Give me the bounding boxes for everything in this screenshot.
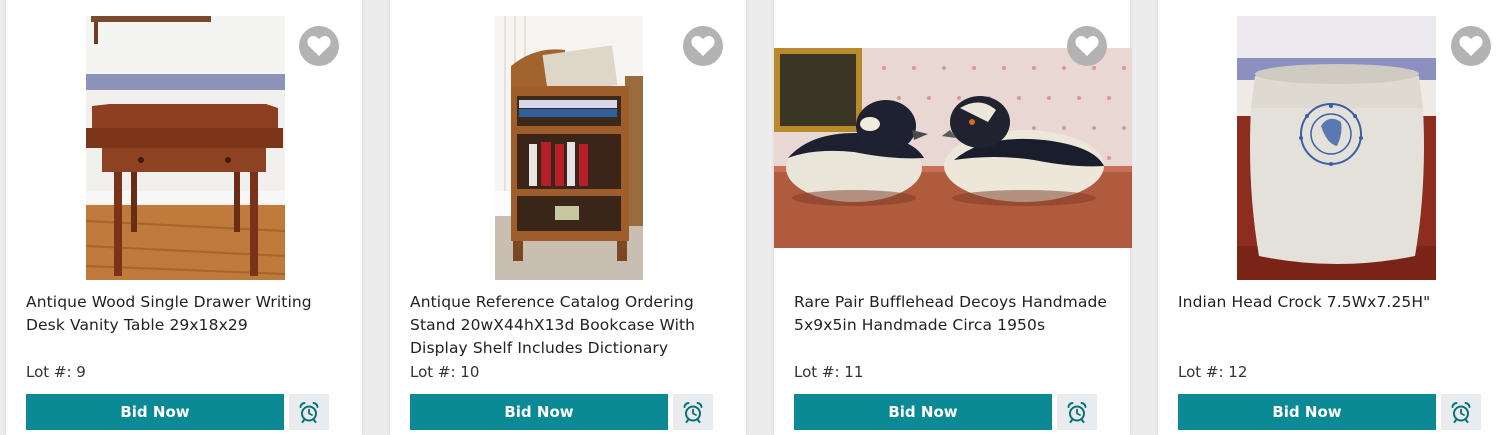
- lot-10-photo[interactable]: [495, 16, 643, 280]
- lot-title[interactable]: Antique Wood Single Drawer Writing Desk …: [26, 291, 346, 337]
- lot-number: Lot #: 10: [410, 363, 480, 381]
- heart-icon: [1075, 36, 1099, 56]
- lot-card-11[interactable]: Rare Pair Bufflehead Decoys Handmade 5x9…: [774, 0, 1132, 435]
- heart-icon: [1459, 36, 1483, 56]
- lot-number: Lot #: 12: [1178, 363, 1248, 381]
- lot-11-photo[interactable]: [774, 48, 1132, 248]
- bid-now-button[interactable]: Bid Now: [1178, 394, 1436, 430]
- alarm-clock-icon: [1067, 402, 1087, 423]
- lot-number: Lot #: 11: [794, 363, 864, 381]
- lot-title[interactable]: Indian Head Crock 7.5Wx7.25H": [1178, 291, 1498, 314]
- lot-card-9[interactable]: Antique Wood Single Drawer Writing Desk …: [6, 0, 362, 435]
- alarm-clock-icon: [1451, 402, 1471, 423]
- favorite-button[interactable]: [683, 26, 723, 66]
- favorite-button[interactable]: [1067, 26, 1107, 66]
- lot-card-10[interactable]: Antique Reference Catalog Ordering Stand…: [390, 0, 746, 435]
- lot-card-12[interactable]: Indian Head Crock 7.5Wx7.25H" Lot #: 12 …: [1158, 0, 1500, 435]
- lot-title[interactable]: Antique Reference Catalog Ordering Stand…: [410, 291, 730, 360]
- lot-number: Lot #: 9: [26, 363, 86, 381]
- lot-12-photo[interactable]: [1237, 16, 1436, 280]
- bid-now-button[interactable]: Bid Now: [26, 394, 284, 430]
- favorite-button[interactable]: [1451, 26, 1491, 66]
- set-reminder-button[interactable]: [289, 394, 329, 430]
- set-reminder-button[interactable]: [673, 394, 713, 430]
- lot-title[interactable]: Rare Pair Bufflehead Decoys Handmade 5x9…: [794, 291, 1114, 337]
- alarm-clock-icon: [299, 402, 319, 423]
- auction-lot-grid: Antique Wood Single Drawer Writing Desk …: [0, 0, 1500, 435]
- bid-now-button[interactable]: Bid Now: [794, 394, 1052, 430]
- bid-now-button[interactable]: Bid Now: [410, 394, 668, 430]
- set-reminder-button[interactable]: [1441, 394, 1481, 430]
- heart-icon: [307, 36, 331, 56]
- lot-9-photo[interactable]: [86, 16, 285, 280]
- alarm-clock-icon: [683, 402, 703, 423]
- heart-icon: [691, 36, 715, 56]
- set-reminder-button[interactable]: [1057, 394, 1097, 430]
- favorite-button[interactable]: [299, 26, 339, 66]
